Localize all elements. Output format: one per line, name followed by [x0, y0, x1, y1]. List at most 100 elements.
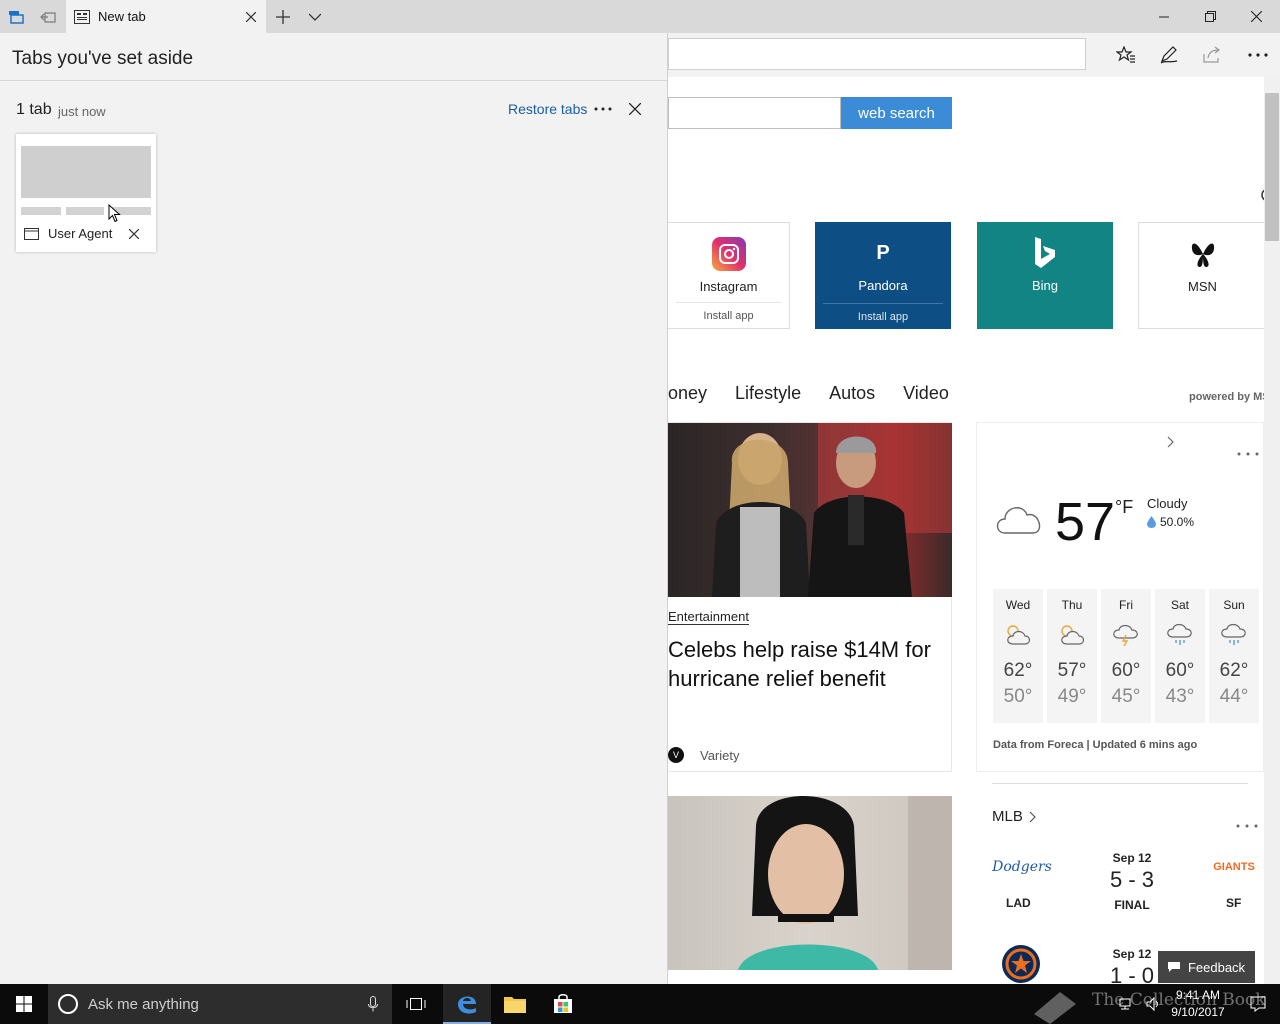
- web-search-input[interactable]: [668, 97, 841, 129]
- tile-pandora[interactable]: P Pandora Install app: [815, 222, 951, 329]
- mlb-more-button[interactable]: [1236, 815, 1258, 833]
- mlb-header[interactable]: MLB: [992, 808, 1037, 825]
- temperature-unit[interactable]: °F: [1115, 497, 1133, 518]
- news-card[interactable]: Entertainment Celebs help raise $14M for…: [668, 422, 952, 772]
- new-tab-page-icon: [74, 9, 90, 24]
- nav-autos[interactable]: Autos: [829, 383, 875, 409]
- restore-tabs-link[interactable]: Restore tabs: [508, 101, 587, 117]
- set-aside-tab-thumbnail[interactable]: User Agent: [16, 134, 156, 252]
- nav-money[interactable]: oney: [668, 383, 707, 409]
- nav-lifestyle[interactable]: Lifestyle: [735, 383, 801, 409]
- source-name: Variety: [700, 747, 740, 763]
- divider: [0, 80, 667, 81]
- taskbar-file-explorer[interactable]: [491, 984, 539, 1024]
- feedback-icon: [1167, 962, 1180, 972]
- ellipsis-icon: [594, 107, 612, 111]
- share-icon: [1203, 46, 1220, 63]
- microphone-icon[interactable]: [368, 996, 378, 1012]
- tile-bing[interactable]: Bing: [977, 222, 1113, 329]
- ellipsis-icon: [1248, 53, 1268, 57]
- set-aside-tabs-button[interactable]: [32, 0, 64, 33]
- article-category[interactable]: Entertainment: [668, 609, 749, 625]
- news-category-nav: oney Lifestyle Autos Video: [668, 383, 977, 409]
- forecast-day-sun[interactable]: Sun 62° 44°: [1209, 589, 1259, 723]
- store-icon: [554, 994, 572, 1013]
- close-icon: [1250, 11, 1262, 22]
- tile-instagram[interactable]: Instagram Install app: [668, 222, 790, 329]
- install-app-link[interactable]: Install app: [676, 302, 781, 328]
- cortana-search-box[interactable]: Ask me anything: [48, 984, 392, 1024]
- page-icon: [24, 227, 39, 240]
- windows-taskbar: Ask me anything The Collection Book 9:41…: [0, 984, 1280, 1024]
- tile-name: Bing: [1031, 278, 1059, 293]
- taskbar-clock[interactable]: 9:41 AM 9/10/2017: [1160, 987, 1236, 1021]
- tab-preview-toggle[interactable]: [299, 0, 331, 33]
- tabs-aside-button[interactable]: [0, 0, 32, 33]
- forecast-day-thu[interactable]: Thu 57° 49°: [1047, 589, 1097, 723]
- thumbnail-preview: [21, 146, 151, 198]
- web-notes-button[interactable]: [1149, 39, 1189, 71]
- forecast-day-sat[interactable]: Sat 60° 43°: [1155, 589, 1205, 723]
- current-temperature: 57: [1055, 492, 1116, 552]
- close-icon: [629, 103, 641, 115]
- system-tray: [1118, 996, 1162, 1012]
- chevron-down-icon: [309, 13, 321, 21]
- favorites-button[interactable]: [1106, 39, 1146, 71]
- weather-more-button[interactable]: [1237, 443, 1259, 461]
- restore-button[interactable]: [1187, 0, 1233, 33]
- pane-title: Tabs you've set aside: [12, 48, 194, 69]
- more-button[interactable]: [1238, 39, 1278, 71]
- tab-new-tab[interactable]: New tab: [66, 0, 266, 33]
- tile-msn[interactable]: MSN: [1138, 222, 1266, 329]
- web-search-button[interactable]: web search: [841, 97, 952, 129]
- tab-group-time: just now: [58, 104, 106, 119]
- game-score[interactable]: 5 - 3: [1094, 867, 1170, 893]
- minimize-button[interactable]: [1141, 0, 1187, 33]
- new-tab-button[interactable]: [267, 0, 299, 33]
- start-button[interactable]: [0, 984, 48, 1024]
- action-center-button[interactable]: [1236, 984, 1280, 1024]
- tile-name: MSN: [1188, 279, 1217, 294]
- chevron-right-icon: [1029, 811, 1036, 822]
- ellipsis-icon: [1237, 452, 1259, 456]
- cloud-icon: [993, 497, 1045, 540]
- article-headline[interactable]: Celebs help raise $14M for hurricane rel…: [668, 635, 952, 693]
- msn-butterfly-icon: [1186, 237, 1220, 271]
- share-button[interactable]: [1192, 39, 1232, 71]
- dodgers-logo: Dodgers: [992, 859, 1052, 875]
- window-close-button[interactable]: [1233, 0, 1279, 33]
- vertical-scrollbar[interactable]: [1264, 77, 1280, 984]
- article-source: V Variety: [668, 747, 740, 763]
- edge-icon: [458, 996, 476, 1014]
- taskbar-edge[interactable]: [443, 984, 491, 1024]
- nav-video[interactable]: Video: [903, 383, 949, 409]
- address-bar[interactable]: [668, 38, 1086, 70]
- weather-card: 57 °F Cloudy 50.0% Wed 62° 50° Thu 57° 4…: [976, 422, 1264, 772]
- tab-title: New tab: [98, 9, 146, 24]
- task-view-button[interactable]: [392, 984, 440, 1024]
- network-icon[interactable]: [1118, 996, 1134, 1012]
- game-date: Sep 12: [1112, 851, 1152, 865]
- rain-icon: [1155, 622, 1205, 650]
- thumbnail-preview-bar: [66, 207, 104, 215]
- taskbar-store[interactable]: [539, 984, 587, 1024]
- install-app-link[interactable]: Install app: [823, 303, 943, 329]
- chevron-right-icon: [1167, 436, 1174, 448]
- tab-group-count: 1 tab: [16, 101, 52, 118]
- forecast-day-fri[interactable]: Fri 60° 45°: [1101, 589, 1151, 723]
- forecast-day-wed[interactable]: Wed 62° 50°: [993, 589, 1043, 723]
- weather-attribution[interactable]: Data from Foreca | Updated 6 mins ago: [993, 739, 1197, 751]
- clock-time: 9:41 AM: [1175, 988, 1221, 1002]
- browser-content: web search Instagram Install app P Pando…: [668, 33, 1280, 984]
- tab-group-close-button[interactable]: [622, 96, 648, 122]
- tab-group-more-button[interactable]: [590, 96, 616, 122]
- cortana-placeholder: Ask me anything: [88, 995, 199, 1013]
- article-photo-2[interactable]: [668, 796, 952, 970]
- thumbnail-preview-bar: [21, 207, 61, 215]
- scrollbar-thumb[interactable]: [1265, 93, 1279, 241]
- rain-icon: [1209, 622, 1259, 650]
- tab-close-button[interactable]: [236, 0, 266, 33]
- thumbnail-close-button[interactable]: [126, 224, 142, 244]
- feedback-button[interactable]: Feedback: [1158, 951, 1255, 983]
- weather-next-button[interactable]: [1167, 435, 1175, 453]
